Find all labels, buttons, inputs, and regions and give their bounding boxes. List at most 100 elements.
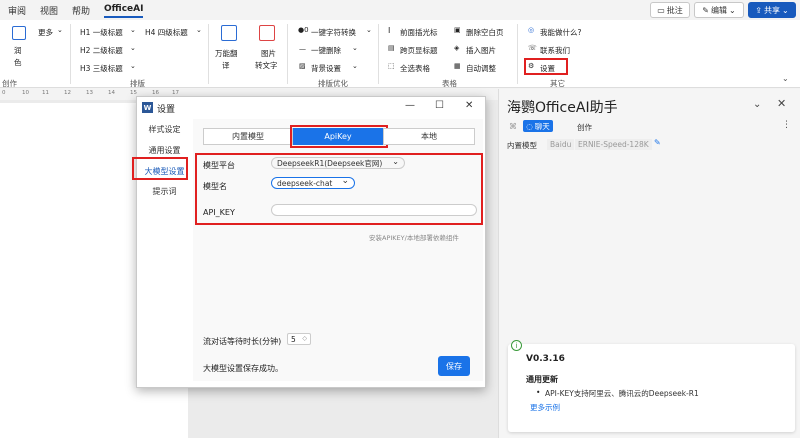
comment-icon: ▭ <box>657 5 665 15</box>
divider <box>208 24 209 84</box>
pencil-icon: ✎ <box>702 5 709 15</box>
provider-tag[interactable]: Baidu <box>547 139 575 150</box>
close-icon[interactable]: ✕ <box>465 100 473 111</box>
polish-label-2[interactable]: 色 <box>14 57 22 68</box>
polish-icon[interactable] <box>12 26 26 40</box>
apikey-label: API_KEY <box>203 208 235 217</box>
tab-local[interactable]: 本地 <box>383 128 475 145</box>
tab-officeai[interactable]: OfficeAI <box>104 4 144 18</box>
tab-review[interactable]: 审阅 <box>8 4 26 17</box>
char-convert-icon: ●0 <box>298 26 309 34</box>
auto-fit-icon: ▦ <box>454 62 461 70</box>
platform-label: 模型平台 <box>203 161 235 170</box>
tab-apikey[interactable]: ApiKey <box>293 128 383 145</box>
update-card: i V0.3.16 通用更新 • API-KEY支持阿里云、腾讯云的Deepse… <box>508 340 795 432</box>
sidebar-item-general[interactable]: 通用设置 <box>137 145 192 156</box>
group-label-optimize: 排版优化 <box>318 79 348 88</box>
sidebar-item-llm[interactable]: 大模型设置 <box>137 166 192 177</box>
ruler-tick: 14 <box>108 90 115 96</box>
save-button[interactable]: 保存 <box>438 356 470 376</box>
more-examples-link[interactable]: 更多示例 <box>530 402 560 413</box>
edit-button[interactable]: ✎ 编辑 ⌄ <box>694 2 744 18</box>
gear-icon: ⚙ <box>528 62 535 70</box>
divider <box>70 24 71 84</box>
cursor-icon: I <box>388 26 391 35</box>
sidebar-item-prompts[interactable]: 提示词 <box>137 186 192 197</box>
divider <box>517 24 518 84</box>
ribbon: 润 色 更多 ⌄ 创作 H1 一级标题 ⌄ H4 四级标题 ⌄ H2 二级标题 … <box>0 20 800 88</box>
repeat-header-button[interactable]: 跨页显标题 <box>400 45 438 56</box>
share-label: 共享 <box>764 5 780 15</box>
model-tag[interactable]: ERNIE-Speed-128K <box>575 139 652 150</box>
bullet-icon: • <box>536 388 541 397</box>
translate-label-1[interactable]: 万能翻 <box>215 48 238 59</box>
more-button[interactable]: 更多 <box>38 27 53 38</box>
comment-button[interactable]: ▭ 批注 <box>650 2 690 18</box>
group-label-other: 其它 <box>550 79 565 88</box>
chat-icon: ◌ <box>526 121 533 131</box>
image-to-text-label-1[interactable]: 图片 <box>261 48 276 59</box>
insert-image-button[interactable]: 插入图片 <box>466 45 496 56</box>
tab-help[interactable]: 帮助 <box>72 4 90 17</box>
divider <box>378 24 379 84</box>
divider <box>287 24 288 84</box>
sidebar-item-style[interactable]: 样式设定 <box>137 124 192 135</box>
background-icon: ▨ <box>299 62 306 70</box>
ruler-tick: 10 <box>22 90 29 96</box>
translate-icon[interactable] <box>221 25 237 41</box>
chevron-down-icon[interactable]: ⌄ <box>782 74 789 83</box>
share-button[interactable]: ⇪ 共享 ⌄ <box>748 2 796 18</box>
contact-icon: ☏ <box>528 44 537 52</box>
tab-builtin-model[interactable]: 内置模型 <box>203 128 293 145</box>
stepper-icon[interactable]: ◇ <box>302 335 307 342</box>
delete-page-icon: ▣ <box>454 26 461 34</box>
group-label-create: 创作 <box>2 79 17 88</box>
share-icon: ⇪ <box>755 5 762 15</box>
translate-label-2[interactable]: 译 <box>222 60 230 71</box>
chevron-down-icon[interactable]: ⌄ <box>753 99 761 110</box>
minimize-icon[interactable]: — <box>405 100 415 111</box>
tab-create[interactable]: 创作 <box>577 122 592 133</box>
status-message: 大模型设置保存成功。 <box>203 364 283 373</box>
model-name-select[interactable]: deepseek-chat ⌄ <box>271 176 355 189</box>
what-can-i-do-button[interactable]: 我能做什么? <box>540 27 581 38</box>
ruler-tick: 0 <box>2 90 6 96</box>
dialog-title: 设置 <box>157 105 176 115</box>
settings-button[interactable]: 设置 <box>540 63 555 74</box>
tab-chat[interactable]: ◌ 聊天 <box>523 120 553 132</box>
auto-fit-button[interactable]: 自动调整 <box>466 63 496 74</box>
platform-select[interactable]: DeepseekR1(Deepseek官网) ⌄ <box>271 157 405 169</box>
heading4-button[interactable]: H4 四级标题 <box>145 27 188 38</box>
heading1-button[interactable]: H1 一级标题 <box>80 27 123 38</box>
one-click-delete-button[interactable]: 一键删除 <box>311 45 341 56</box>
image-to-text-icon[interactable] <box>259 25 275 41</box>
maximize-icon[interactable]: ☐ <box>435 100 444 111</box>
delete-icon: — <box>299 45 306 53</box>
edit-model-icon[interactable]: ✎ <box>654 138 661 147</box>
apikey-input[interactable] <box>271 204 477 216</box>
ribbon-tab-bar: 审阅 视图 帮助 OfficeAI ▭ 批注 ✎ 编辑 ⌄ ⇪ 共享 ⌄ <box>0 0 800 20</box>
contact-us-button[interactable]: 联系我们 <box>540 45 570 56</box>
delete-blank-page-button[interactable]: 删除空白页 <box>466 27 504 38</box>
version-text: V0.3.16 <box>526 354 565 364</box>
chevron-down-icon: ⌄ <box>392 157 399 166</box>
select-table-icon: ⬚ <box>388 62 395 70</box>
heading2-button[interactable]: H2 二级标题 <box>80 45 123 56</box>
chevron-down-icon: ⌄ <box>196 26 202 34</box>
heading3-button[interactable]: H3 三级标题 <box>80 63 123 74</box>
chevron-down-icon: ⌄ <box>130 26 136 34</box>
char-convert-button[interactable]: 一键字符转换 <box>311 27 356 38</box>
timeout-stepper[interactable]: 5 ◇ <box>287 333 311 345</box>
group-label-layout: 排版 <box>130 79 145 88</box>
tab-view[interactable]: 视图 <box>40 4 58 17</box>
close-icon[interactable]: ✕ <box>777 97 786 110</box>
insert-cursor-button[interactable]: 前面插光标 <box>400 27 438 38</box>
select-all-tables-button[interactable]: 全选表格 <box>400 63 430 74</box>
chevron-down-icon: ⌄ <box>729 5 736 15</box>
image-to-text-label-2[interactable]: 转文字 <box>255 60 278 71</box>
background-settings-button[interactable]: 背景设置 <box>311 63 341 74</box>
builtin-model-label: 内置模型 <box>507 141 537 150</box>
chevron-down-icon: ⌄ <box>341 176 349 186</box>
more-options-icon[interactable]: ⋮ <box>782 120 791 130</box>
polish-label-1[interactable]: 润 <box>14 45 22 56</box>
